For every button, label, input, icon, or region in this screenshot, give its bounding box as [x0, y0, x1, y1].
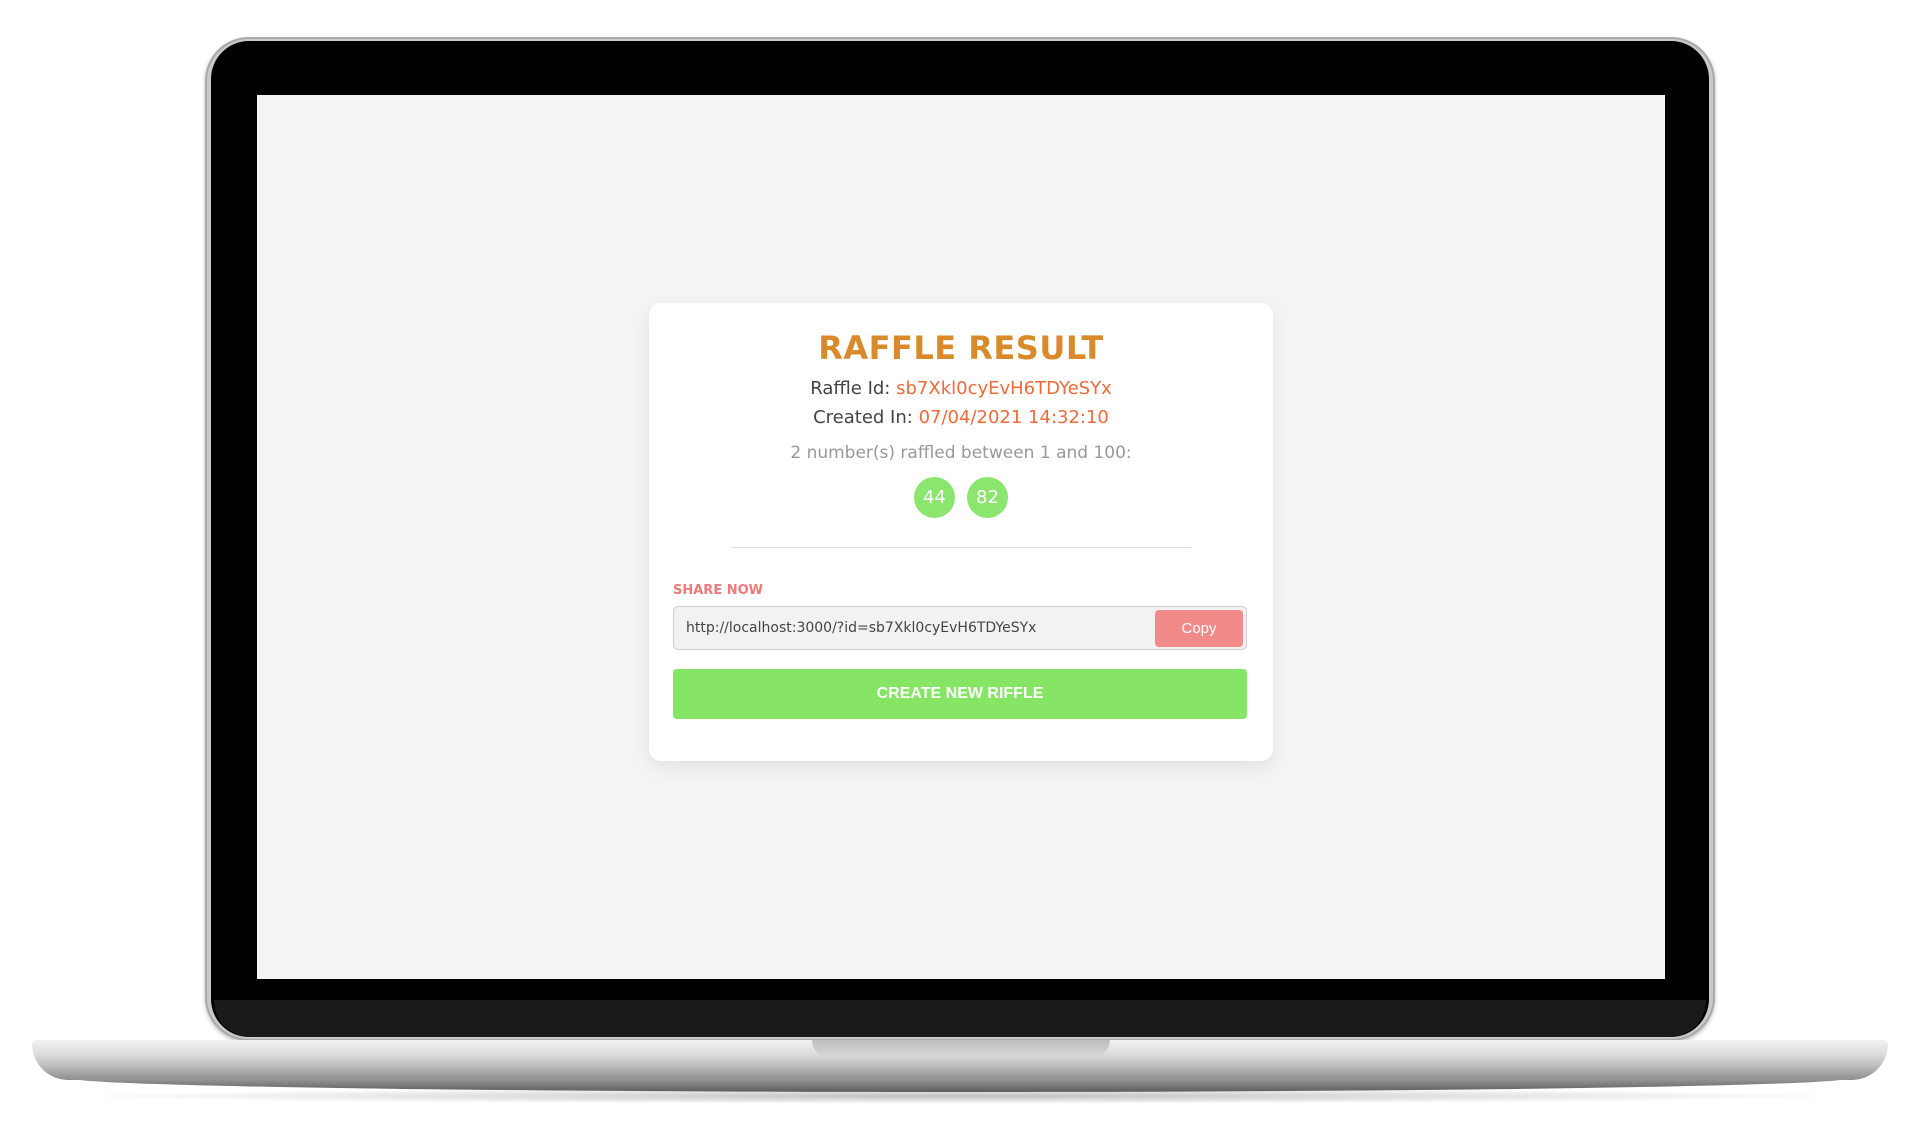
laptop-notch — [812, 1040, 1110, 1058]
divider — [731, 547, 1191, 548]
created-in-line: Created In: 07/04/2021 14:32:10 — [649, 407, 1273, 428]
copy-button[interactable]: Copy — [1155, 610, 1243, 647]
page-title: RAFFLE RESULT — [818, 329, 1104, 367]
laptop-screen: RAFFLE RESULT Raffle Id: sb7Xkl0cyEvH6TD… — [257, 95, 1665, 979]
created-in-label: Created In: — [813, 407, 913, 428]
share-url-text[interactable]: http://localhost:3000/?id=sb7Xkl0cyEvH6T… — [686, 620, 1036, 636]
raffled-numbers: 44 82 — [649, 477, 1273, 518]
share-now-label: SHARE NOW — [673, 583, 763, 598]
raffle-id-value: sb7Xkl0cyEvH6TDYeSYx — [896, 378, 1112, 399]
raffle-id-label: Raffle Id: — [810, 378, 891, 399]
create-new-riffle-button[interactable]: CREATE NEW RIFFLE — [673, 669, 1247, 719]
raffle-summary: 2 number(s) raffled between 1 and 100: — [790, 443, 1132, 463]
number-ball: 82 — [967, 477, 1008, 518]
raffle-id-line: Raffle Id: sb7Xkl0cyEvH6TDYeSYx — [649, 378, 1273, 399]
number-ball: 44 — [914, 477, 955, 518]
laptop-bezel-bottom — [214, 1000, 1706, 1037]
created-in-value: 07/04/2021 14:32:10 — [918, 407, 1109, 428]
share-url-field[interactable]: http://localhost:3000/?id=sb7Xkl0cyEvH6T… — [673, 606, 1247, 650]
raffle-result-card: RAFFLE RESULT Raffle Id: sb7Xkl0cyEvH6TD… — [649, 303, 1273, 761]
